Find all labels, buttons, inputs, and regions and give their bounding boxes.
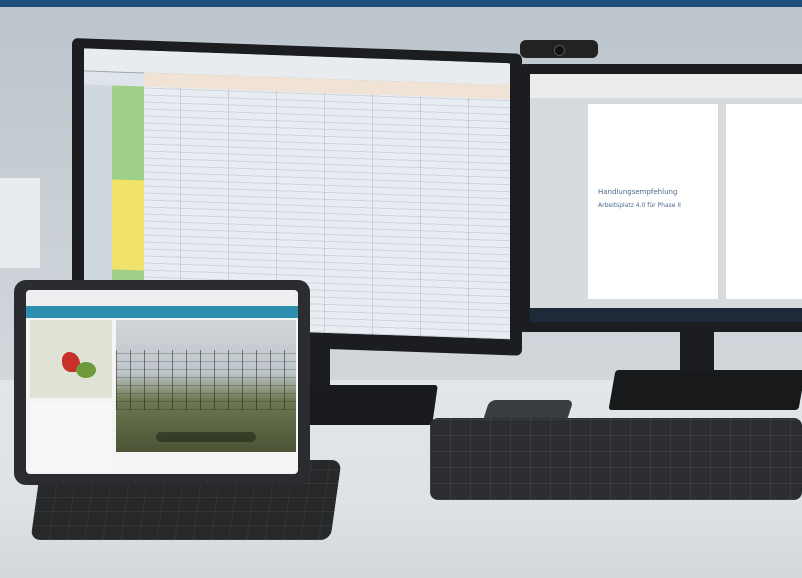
tablet-screen: [26, 290, 298, 474]
tablet-info-panel: [30, 402, 112, 472]
fence-mesh: [116, 350, 296, 410]
tablet-site-header: [26, 306, 298, 318]
word-ribbon: [530, 74, 802, 99]
tablet-browser-bar: [26, 290, 298, 307]
top-brand-bar: [0, 0, 802, 7]
document-subtitle: Arbeitsplatz 4.0 für Phase II: [598, 202, 681, 209]
webcam-lens: [554, 45, 565, 56]
tablet-map: [30, 320, 112, 398]
white-shelf: [0, 178, 40, 268]
word-page-cover: Handlungsempfehlung Arbeitsplatz 4.0 für…: [588, 104, 718, 299]
photo-scene: Handlungsempfehlung Arbeitsplatz 4.0 für…: [0, 0, 802, 578]
word-document-screen: Handlungsempfehlung Arbeitsplatz 4.0 für…: [530, 74, 802, 322]
map-green-area: [76, 362, 96, 378]
word-page-contents: [726, 104, 802, 299]
webcam: [520, 40, 598, 58]
spreadsheet-yellow-column: [112, 179, 144, 271]
desk-keyboard: [430, 418, 802, 500]
windows-taskbar: [530, 308, 802, 322]
tablet-fence-photo: [116, 320, 296, 452]
tablet: [14, 280, 310, 485]
right-monitor-foot: [608, 370, 802, 410]
video-controls: [156, 432, 256, 442]
right-monitor: Handlungsempfehlung Arbeitsplatz 4.0 für…: [518, 64, 802, 332]
document-title: Handlungsempfehlung: [598, 188, 678, 196]
